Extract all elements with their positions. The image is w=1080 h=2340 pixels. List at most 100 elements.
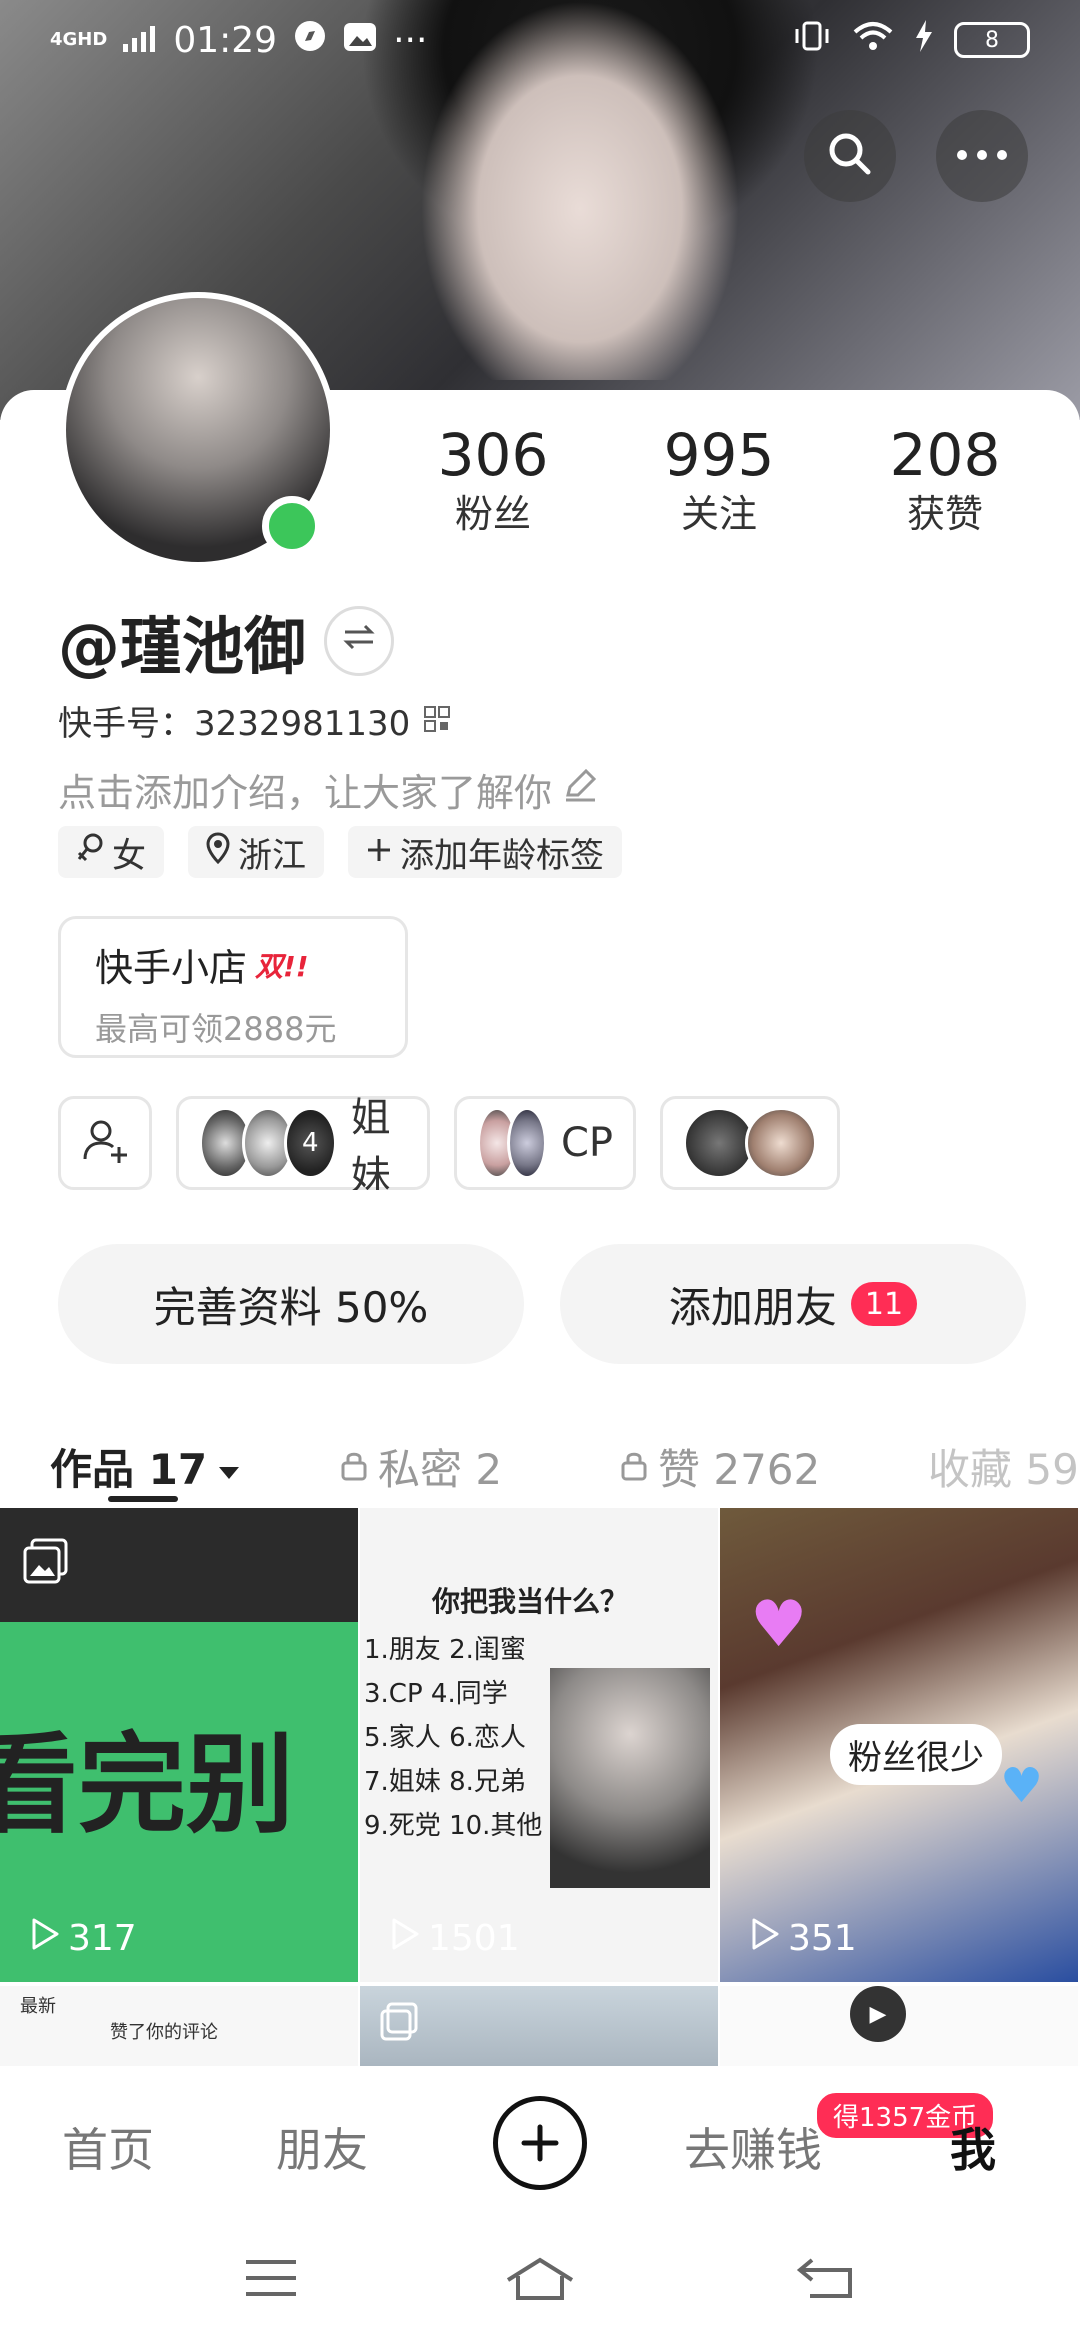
quiz-question: 你把我当什么？ (432, 1585, 629, 1618)
stat-label: 关注 (680, 492, 757, 536)
nav-earn[interactable]: 去赚钱 (684, 2114, 822, 2180)
wifi-icon (852, 20, 894, 61)
shop-subtitle: 最高可领2888元 (95, 1010, 337, 1048)
cell-title: 最新 (20, 1996, 56, 2017)
tab-private[interactable]: 私密 2 (340, 1436, 502, 1497)
active-tab-indicator (108, 1496, 178, 1502)
system-navigation-bar (0, 2216, 1080, 2340)
tag-label: 添加年龄标签 (400, 835, 604, 876)
search-button[interactable] (804, 110, 896, 202)
qr-code-icon (424, 701, 451, 741)
quiz-option: 5.家人 6.恋人 (364, 1723, 526, 1753)
play-count-value: 317 (68, 1918, 137, 1959)
stat-likes[interactable]: 208 获赞 (832, 420, 1058, 538)
online-status-indicator (262, 496, 322, 556)
work-item[interactable]: 你把我当什么？ 1.朋友 2.闺蜜 3.CP 4.同学 5.家人 6.恋人 7.… (360, 1508, 720, 1984)
group-sisters[interactable]: 4 姐妹 (176, 1096, 430, 1190)
group-more[interactable] (660, 1096, 840, 1190)
tag-label: 浙江 (238, 835, 306, 876)
double-eleven-badge: 双!! (255, 949, 309, 983)
tab-label: 私密 2 (378, 1444, 503, 1494)
location-icon (206, 831, 230, 873)
play-count: 351 (750, 1917, 857, 1960)
plus-icon (366, 832, 392, 872)
add-user-icon (81, 1117, 129, 1169)
member-count-avatar: 4 (284, 1107, 337, 1179)
plus-icon (520, 2108, 560, 2178)
kuaishou-shop-card[interactable]: 快手小店 双!! 最高可领2888元 (58, 916, 408, 1058)
tag-label: 女 (112, 835, 146, 876)
work-item[interactable]: 最新 赞了你的评论 (0, 1986, 360, 2066)
network-indicator: 4GHD (50, 29, 108, 50)
gender-tag[interactable]: 女 (58, 826, 164, 878)
create-post-button[interactable] (493, 2096, 587, 2190)
add-friend-group-button[interactable] (58, 1096, 152, 1190)
stat-number: 995 (663, 421, 775, 489)
nav-friends[interactable]: 朋友 (276, 2114, 368, 2180)
stat-label: 粉丝 (454, 492, 531, 536)
play-count: 1501 (390, 1917, 520, 1960)
stat-following[interactable]: 995 关注 (606, 420, 832, 538)
tab-label: 作品 17 (50, 1444, 208, 1494)
play-icon (750, 1917, 780, 1960)
cell-text: 赞了你的评论 (110, 2022, 218, 2043)
stat-followers[interactable]: 306 粉丝 (380, 420, 606, 538)
add-friends-badge: 11 (850, 1282, 918, 1326)
lock-icon (340, 1442, 368, 1491)
search-icon (826, 130, 874, 182)
quiz-option: 3.CP 4.同学 (364, 1679, 508, 1709)
tab-favorites[interactable]: 收藏 59 (928, 1436, 1079, 1497)
nav-me[interactable]: 我 (950, 2114, 996, 2180)
location-tag[interactable]: 浙江 (188, 826, 324, 878)
play-icon (390, 1917, 420, 1960)
play-count-value: 351 (788, 1918, 857, 1959)
battery-indicator: 8 (954, 22, 1030, 58)
swap-arrows-icon (341, 621, 377, 661)
bottom-navigation: 首页 朋友 去赚钱 得1357金币 我 (0, 2066, 1080, 2216)
work-item[interactable]: ♥ 粉丝很少 ♥ 351 (720, 1508, 1080, 1984)
gallery-icon (22, 1538, 70, 1590)
member-avatar (745, 1107, 817, 1179)
group-label: CP (560, 1120, 613, 1166)
more-notifications: ··· (393, 19, 428, 61)
profile-tags: 女 浙江 添加年龄标签 (58, 826, 622, 878)
name-row: @瑾池御 (58, 596, 395, 686)
home-icon[interactable] (504, 2256, 576, 2306)
kuaishou-id-row[interactable]: 快手号：3232981130 (58, 696, 451, 745)
speech-bubble-text: 粉丝很少 (830, 1724, 1002, 1785)
stat-number: 306 (437, 421, 549, 489)
add-age-tag[interactable]: 添加年龄标签 (348, 826, 622, 878)
quiz-option: 7.姐妹 8.兄弟 (364, 1767, 526, 1797)
add-intro-row[interactable]: 点击添加介绍，让大家了解你 (58, 762, 598, 817)
work-item[interactable]: 看完别 317 (0, 1508, 360, 1984)
add-friends-button[interactable]: 添加朋友 11 (560, 1244, 1026, 1364)
work-item[interactable] (360, 1986, 720, 2066)
group-cp[interactable]: CP (454, 1096, 636, 1190)
profile-name: @瑾池御 (58, 610, 307, 683)
nav-home[interactable]: 首页 (62, 2114, 154, 2180)
switch-account-button[interactable] (324, 606, 395, 676)
back-icon[interactable] (796, 2256, 856, 2304)
female-icon (76, 832, 104, 872)
works-grid: 看完别 317 你把我当什么？ 1.朋友 2.闺蜜 3.CP 4.同学 5.家人… (0, 1508, 1080, 1984)
group-label: 姐妹 (350, 1096, 391, 1190)
works-grid-row-2: 最新 赞了你的评论 ▶ (0, 1986, 1080, 2066)
cover-overlay-text: 看完别 (0, 1723, 295, 1848)
add-friends-label: 添加朋友 (668, 1282, 837, 1332)
quiz-options: 1.朋友 2.闺蜜 3.CP 4.同学 5.家人 6.恋人 7.姐妹 8.兄弟 … (364, 1628, 542, 1848)
edit-pencil-icon (562, 767, 598, 812)
work-item[interactable]: ▶ (720, 1986, 1080, 2066)
more-options-button[interactable] (936, 110, 1028, 202)
signal-icon (123, 20, 157, 61)
clock-time: 01:29 (173, 19, 278, 61)
quiz-option: 9.死党 10.其他 (364, 1811, 543, 1841)
tab-works[interactable]: 作品 17 (50, 1436, 241, 1497)
profile-actions: 完善资料 50% 添加朋友 11 (58, 1244, 1026, 1364)
lock-icon (620, 1442, 648, 1491)
menu-icon[interactable] (244, 2256, 298, 2304)
tab-label: 收藏 59 (928, 1444, 1079, 1494)
pink-heart-icon: ♥ (750, 1588, 808, 1662)
tab-liked[interactable]: 赞 2762 (620, 1436, 820, 1497)
caret-down-icon (217, 1442, 241, 1491)
complete-profile-button[interactable]: 完善资料 50% (58, 1244, 524, 1364)
